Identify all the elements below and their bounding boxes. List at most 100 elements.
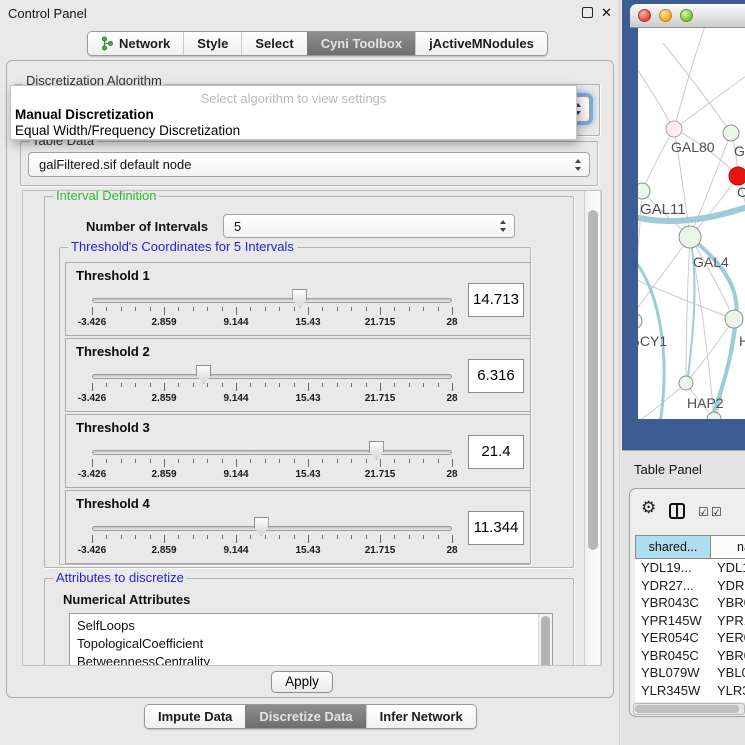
checkbox-icon[interactable]: ☑ [698,505,709,519]
table-row[interactable]: YLR345WYLR3 [635,682,745,700]
network-graph: GAL80GACGAL11GAL4GCY1HHAP2 [638,28,745,419]
list-item-selfloops[interactable]: SelfLoops [77,617,135,635]
gray-edge [638,63,674,129]
threshold-value-field[interactable]: 6.316 [468,359,524,393]
node-selected[interactable] [729,167,745,185]
attributes-scrollbar[interactable] [538,614,552,666]
numerical-attributes-list[interactable]: SelfLoopsTopologicalCoefficientBetweenne… [69,613,553,666]
list-item-topologicalcoefficient[interactable]: TopologicalCoefficient [77,635,203,653]
tick-mark [135,307,136,311]
threshold-slider[interactable]: -3.4262.8599.14415.4321.71528 [66,339,530,411]
tick-mark [438,307,439,311]
threshold-slider[interactable]: -3.4262.8599.14415.4321.71528 [66,491,530,563]
bottom-tab-bar: Impute DataDiscretize DataInfer Network [144,704,477,729]
tick-mark [121,535,122,539]
table-data-combobox[interactable]: galFiltered.sif default node [28,152,590,177]
column-header-name[interactable]: na [711,535,745,559]
scrollbar-thumb[interactable] [635,705,739,713]
node-gal11[interactable] [638,183,650,199]
node-gal4[interactable] [679,226,701,248]
network-window-titlebar[interactable] [630,4,745,28]
list-item-betweennesscentrality[interactable]: BetweennessCentrality [77,653,210,666]
slider-track [92,374,452,379]
minimize-button[interactable] [659,9,672,22]
tab-select[interactable]: Select [241,32,306,55]
panel-title: Control Panel [8,6,87,21]
tick-mark [337,383,338,387]
network-icon [101,36,114,51]
tick-label: 21.715 [350,317,410,328]
cell-shared-name: YDR27... [641,577,694,595]
zoom-button[interactable] [680,9,693,22]
table-row[interactable]: YDL19...YDL1 [635,559,745,577]
tick-mark [222,459,223,463]
tick-mark [294,307,295,311]
panel-scrollbar[interactable] [584,191,601,665]
apply-button[interactable]: Apply [271,671,333,693]
tick-mark [322,383,323,387]
threshold-value-field[interactable]: 14.713 [468,283,524,317]
gray-edge [663,43,731,133]
tab-network[interactable]: Network [88,32,183,55]
tick-mark [236,535,237,543]
tick-mark [279,535,280,539]
table-horizontal-scrollbar[interactable] [633,703,745,715]
tab-style[interactable]: Style [183,32,241,55]
float-window-icon[interactable] [582,7,593,18]
tab-discretize-data[interactable]: Discretize Data [245,705,365,728]
tick-label: 28 [422,469,482,480]
tick-mark [279,383,280,387]
slider-thumb[interactable] [369,441,384,460]
checkbox-icon[interactable]: ☑ [711,505,722,519]
tick-mark [150,383,151,387]
tick-mark [207,535,208,539]
tick-label: 15.43 [278,393,338,404]
node[interactable] [725,310,743,328]
node-label-c: C [737,184,745,200]
node-gal80[interactable] [666,121,682,137]
scrollbar-thumb[interactable] [541,616,550,666]
tick-label: 9.144 [206,469,266,480]
table-row[interactable]: YER054CYER0 [635,629,745,647]
close-icon[interactable]: ✕ [601,4,612,22]
tick-mark [178,459,179,463]
scrollbar-thumb[interactable] [588,210,598,550]
network-canvas[interactable]: GAL80GACGAL11GAL4GCY1HHAP2 [638,28,745,419]
slider-thumb[interactable] [196,365,211,384]
table-row[interactable]: YBR045CYBR0 [635,647,745,665]
num-intervals-combobox[interactable]: 5 [223,214,515,238]
cell-name: YBR0 [717,594,745,612]
threshold-value-field[interactable]: 11.344 [468,511,524,545]
tick-label: 9.144 [206,317,266,328]
slider-thumb[interactable] [254,517,269,536]
dropdown-option-equal-width-frequency[interactable]: Equal Width/Frequency Discretization [15,123,240,138]
column-layout-icon[interactable] [669,503,685,519]
threshold-slider[interactable]: -3.4262.8599.14415.4321.71528 [66,263,530,335]
tab-impute-data[interactable]: Impute Data [145,705,245,728]
tab-cyni-toolbox[interactable]: Cyni Toolbox [307,32,415,55]
dropdown-option-manual-discretization[interactable]: Manual Discretization [15,107,154,122]
tick-mark [423,383,424,387]
node-hap2[interactable] [679,376,693,390]
slider-thumb[interactable] [292,289,307,308]
node[interactable] [723,125,739,141]
table-row[interactable]: YBL079WYBL0 [635,664,745,682]
column-header-shared-name[interactable]: shared... [635,535,711,559]
table-row[interactable]: YDR27...YDR2 [635,577,745,595]
threshold-slider[interactable]: -3.4262.8599.14415.4321.71528 [66,415,530,487]
node-label-gal4: GAL4 [693,254,729,270]
network-window-frame: GAL80GACGAL11GAL4GCY1HHAP2 [622,0,745,450]
table-row[interactable]: YIL052CYIL0 [635,699,745,702]
threshold-value-field[interactable]: 21.4 [468,435,524,469]
table-panel: Table Panel ⚙ ☑ ☑ shared... na YDL19...Y… [622,450,745,745]
tick-mark [250,459,251,463]
node-gcy1[interactable] [638,313,642,329]
tab-infer-network[interactable]: Infer Network [366,705,476,728]
tick-mark [207,307,208,311]
tab-jactivemnodules[interactable]: jActiveMNodules [415,32,547,55]
table-row[interactable]: YPR145WYPR1 [635,612,745,630]
close-button[interactable] [638,9,651,22]
gear-icon[interactable]: ⚙ [641,499,656,516]
table-row[interactable]: YBR043CYBR0 [635,594,745,612]
cell-shared-name: YIL052C [641,699,692,702]
